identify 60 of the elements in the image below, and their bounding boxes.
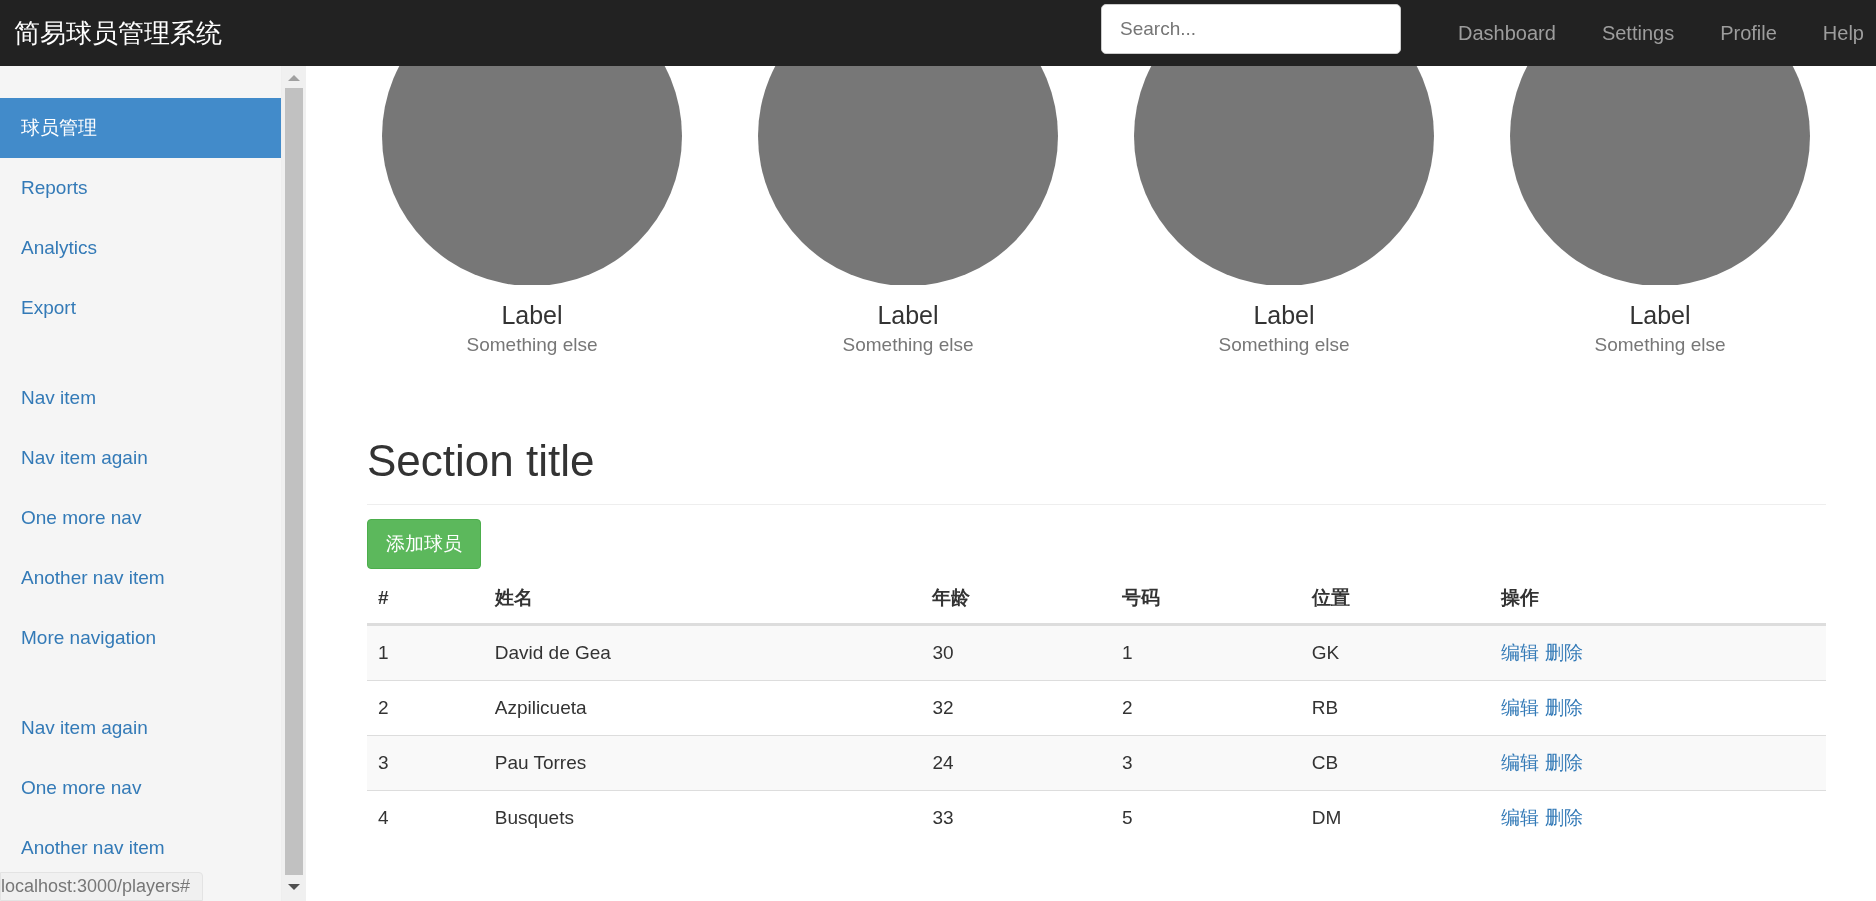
placeholder-sublabel: Something else <box>842 334 974 356</box>
sidebar-item[interactable]: 球员管理 <box>0 98 281 158</box>
table-cell: CB <box>1300 735 1491 791</box>
placeholder-label: Label <box>1253 301 1315 330</box>
table-cell: David de Gea <box>483 624 922 681</box>
add-player-button[interactable]: 添加球员 <box>367 519 481 569</box>
table-cell: Azpilicueta <box>483 680 922 736</box>
action-link[interactable]: 删除 <box>1545 642 1584 663</box>
sidebar-item[interactable]: One more nav <box>0 498 281 538</box>
action-link[interactable]: 编辑 <box>1501 752 1540 773</box>
section-title: Section title <box>367 436 1826 505</box>
table-cell: 5 <box>1111 790 1301 845</box>
sidebar-item[interactable]: One more nav <box>0 768 281 808</box>
table-cell: 4 <box>367 790 484 845</box>
table-cell: 30 <box>921 624 1112 681</box>
scrollbar[interactable] <box>282 66 306 901</box>
brand-title: 简易球员管理系统 <box>14 16 223 50</box>
nav-link[interactable]: Profile <box>1697 21 1800 45</box>
action-link[interactable]: 编辑 <box>1501 807 1540 828</box>
scroll-down-icon[interactable] <box>288 883 300 891</box>
nav-link[interactable]: Settings <box>1578 21 1698 45</box>
table-cell: 1 <box>1111 624 1301 681</box>
sidebar-item[interactable]: Nav item again <box>0 708 281 748</box>
table-cell: 3 <box>367 735 484 791</box>
nav-link[interactable]: Dashboard <box>1435 21 1579 45</box>
status-url: localhost:3000/players# <box>0 872 204 901</box>
table-cell: Pau Torres <box>483 735 922 791</box>
search-field[interactable]: Search... <box>1101 4 1402 54</box>
sidebar-item[interactable]: Analytics <box>0 228 281 268</box>
sidebar-item[interactable]: Nav item <box>0 378 281 418</box>
table-cell: GK <box>1300 624 1491 681</box>
scroll-up-icon[interactable] <box>288 74 300 82</box>
action-link[interactable]: 编辑 <box>1501 697 1540 718</box>
sidebar-item[interactable]: Reports <box>0 168 281 208</box>
placeholder-label: Label <box>501 301 563 330</box>
sidebar-item[interactable]: Nav item again <box>0 438 281 478</box>
table-cell: 32 <box>921 680 1112 736</box>
action-link[interactable]: 删除 <box>1545 807 1584 828</box>
action-link[interactable]: 编辑 <box>1501 642 1540 663</box>
table-cell: DM <box>1300 790 1491 845</box>
placeholder-label: Label <box>877 301 939 330</box>
table-cell: 2 <box>1111 680 1301 736</box>
nav-link[interactable]: Help <box>1799 21 1876 45</box>
table-cell: 24 <box>921 735 1112 791</box>
table-cell: 2 <box>367 680 484 736</box>
placeholder-sublabel: Something else <box>1218 334 1350 356</box>
sidebar-item[interactable]: Export <box>0 288 281 328</box>
table-cell: RB <box>1300 680 1491 736</box>
placeholder-sublabel: Something else <box>1594 334 1726 356</box>
sidebar-item[interactable]: Another nav item <box>0 828 281 868</box>
action-link[interactable]: 删除 <box>1545 697 1584 718</box>
table-cell: Busquets <box>483 790 922 845</box>
action-link[interactable]: 删除 <box>1545 752 1584 773</box>
placeholder-sublabel: Something else <box>466 334 598 356</box>
table-cell: 3 <box>1111 735 1301 791</box>
table-cell: 1 <box>367 624 484 681</box>
table-cell: 33 <box>921 790 1112 845</box>
sidebar-item[interactable]: More navigation <box>0 618 281 658</box>
sidebar-item[interactable]: Another nav item <box>0 558 281 598</box>
placeholder-label: Label <box>1629 301 1691 330</box>
